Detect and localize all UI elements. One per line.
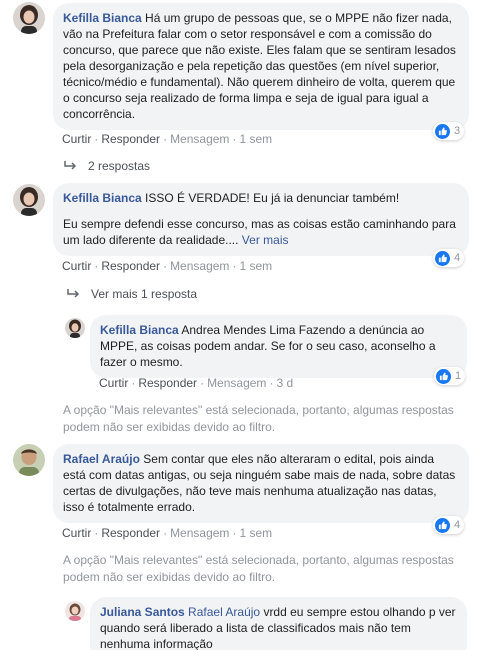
reply-link[interactable]: Responder bbox=[101, 132, 160, 146]
timestamp[interactable]: 1 sem bbox=[239, 132, 272, 146]
reaction-count[interactable]: 4 bbox=[433, 516, 465, 534]
comment-bubble: Rafael Araújo Sem contar que eles não al… bbox=[53, 444, 469, 523]
comment-actions: Curtir · Responder · Mensagem · 1 sem bbox=[62, 526, 273, 540]
like-link[interactable]: Curtir bbox=[99, 376, 128, 390]
like-link[interactable]: Curtir bbox=[62, 259, 91, 273]
comment-bubble: Kefilla Bianca Há um grupo de pessoas qu… bbox=[53, 3, 469, 130]
filter-note: A opção "Mais relevantes" está seleciona… bbox=[63, 553, 454, 584]
reply-arrow-icon bbox=[64, 161, 77, 170]
comment-actions: Curtir · Responder · Mensagem · 1 sem bbox=[62, 259, 273, 273]
avatar[interactable] bbox=[65, 601, 85, 621]
timestamp[interactable]: 1 sem bbox=[239, 526, 272, 540]
comment-bubble: Kefilla Bianca ISSO É VERDADE! Eu já ia … bbox=[53, 183, 469, 256]
avatar[interactable] bbox=[13, 184, 45, 216]
like-icon bbox=[435, 250, 450, 266]
avatar[interactable] bbox=[65, 318, 85, 338]
comment-actions: Curtir · Responder · Mensagem · 3 d bbox=[99, 376, 294, 390]
reply-link[interactable]: Responder bbox=[101, 259, 160, 273]
comment-author[interactable]: Kefilla Bianca bbox=[100, 323, 179, 337]
message-link[interactable]: Mensagem bbox=[170, 259, 229, 273]
comment-actions: Curtir · Responder · Mensagem · 1 sem bbox=[62, 132, 273, 146]
reply-bubble: Kefilla Bianca Andrea Mendes Lima Fazend… bbox=[90, 315, 467, 378]
avatar[interactable] bbox=[13, 2, 45, 34]
like-link[interactable]: Curtir bbox=[62, 526, 91, 540]
see-more-link[interactable]: Ver mais bbox=[242, 233, 289, 247]
message-link[interactable]: Mensagem bbox=[207, 376, 266, 390]
reaction-count[interactable]: 1 bbox=[434, 367, 466, 385]
reaction-count[interactable]: 4 bbox=[433, 249, 465, 267]
reaction-count[interactable]: 3 bbox=[433, 122, 465, 140]
message-link[interactable]: Mensagem bbox=[170, 132, 229, 146]
reply-arrow-icon bbox=[67, 289, 80, 298]
mention-tag[interactable]: Rafael Araújo bbox=[188, 605, 260, 619]
reply-link[interactable]: Responder bbox=[138, 376, 197, 390]
comment-text: ISSO É VERDADE! Eu já ia denunciar també… bbox=[145, 191, 400, 205]
comment-text: Há um grupo de pessoas que, se o MPPE nã… bbox=[63, 11, 456, 121]
comment-author[interactable]: Rafael Araújo bbox=[63, 452, 140, 466]
timestamp[interactable]: 1 sem bbox=[239, 259, 272, 273]
timestamp[interactable]: 3 d bbox=[276, 376, 293, 390]
view-more-replies-link[interactable]: Ver mais 1 resposta bbox=[67, 287, 197, 301]
message-link[interactable]: Mensagem bbox=[170, 526, 229, 540]
like-link[interactable]: Curtir bbox=[62, 132, 91, 146]
reply-bubble: Juliana Santos Rafael Araújo vrdd eu sem… bbox=[90, 597, 467, 650]
comment-author[interactable]: Kefilla Bianca bbox=[63, 191, 142, 205]
like-icon bbox=[436, 368, 451, 384]
reply-link[interactable]: Responder bbox=[101, 526, 160, 540]
comment-author[interactable]: Juliana Santos bbox=[100, 605, 185, 619]
comment-author[interactable]: Kefilla Bianca bbox=[63, 11, 142, 25]
like-icon bbox=[435, 517, 450, 533]
filter-note: A opção "Mais relevantes" está seleciona… bbox=[63, 403, 454, 434]
like-icon bbox=[435, 123, 450, 139]
avatar[interactable] bbox=[13, 444, 45, 476]
view-replies-link[interactable]: 2 respostas bbox=[64, 159, 150, 173]
